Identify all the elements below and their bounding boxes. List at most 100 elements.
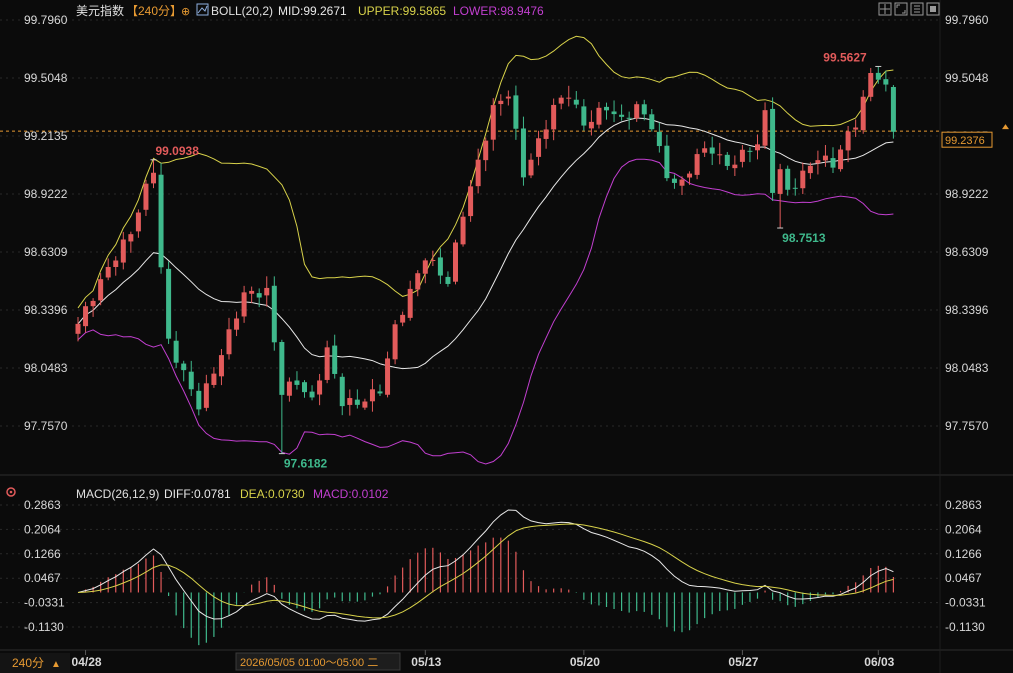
price-tick-label: 99.7960 bbox=[24, 13, 68, 27]
candle-body bbox=[166, 268, 172, 339]
candle-body bbox=[732, 164, 738, 169]
macd-diff-value: DIFF:0.0781 bbox=[164, 487, 231, 501]
candle bbox=[453, 239, 458, 285]
candle-body bbox=[671, 178, 677, 183]
candle-body bbox=[317, 380, 323, 395]
candle-body bbox=[604, 106, 609, 111]
candle-body bbox=[853, 127, 859, 130]
candle-body bbox=[498, 100, 504, 105]
candle-body bbox=[687, 173, 693, 178]
price-tick-label: 98.9222 bbox=[945, 187, 989, 201]
candle-body bbox=[453, 242, 458, 282]
period-selector[interactable]: 【240分】 bbox=[126, 4, 182, 18]
price-tick-label: 98.6309 bbox=[945, 245, 989, 259]
boll-indicator-name[interactable]: BOLL(20,2) bbox=[211, 4, 273, 18]
candle-body bbox=[302, 382, 307, 393]
candle bbox=[271, 276, 277, 351]
macd-tick-label: 0.2863 bbox=[945, 498, 982, 512]
candle-body bbox=[188, 371, 194, 390]
candle-body bbox=[747, 150, 753, 152]
candle bbox=[385, 351, 391, 398]
candle-body bbox=[437, 257, 443, 276]
candle-body bbox=[120, 239, 126, 263]
date-label: 05/13 bbox=[411, 655, 441, 669]
candle-body bbox=[490, 105, 496, 140]
candle-body bbox=[181, 363, 187, 371]
candle-body bbox=[785, 168, 791, 190]
candle-body bbox=[98, 279, 104, 301]
candle-body bbox=[249, 290, 255, 294]
candle-body bbox=[332, 345, 338, 374]
candle-body bbox=[385, 358, 391, 395]
date-label: 05/27 bbox=[728, 655, 758, 669]
candle-body bbox=[196, 390, 202, 410]
candle-body bbox=[566, 97, 572, 99]
candle-body bbox=[815, 160, 821, 164]
candle-body bbox=[392, 324, 398, 360]
candle-body bbox=[581, 106, 587, 126]
candle-body bbox=[339, 376, 345, 407]
price-tick-label: 98.0483 bbox=[24, 361, 68, 375]
candle-body bbox=[256, 293, 262, 298]
period-label[interactable]: 240分 bbox=[12, 656, 44, 670]
macd-tick-label: 0.0467 bbox=[24, 571, 61, 585]
candle-body bbox=[369, 389, 375, 402]
candle bbox=[158, 162, 164, 274]
candle-body bbox=[558, 97, 564, 104]
candle-body bbox=[128, 234, 134, 242]
candle-body bbox=[596, 107, 602, 125]
candle-body bbox=[173, 340, 179, 363]
candle-body bbox=[286, 381, 292, 396]
candle bbox=[166, 261, 172, 344]
candle-body bbox=[573, 99, 579, 105]
candle-body bbox=[611, 111, 617, 115]
candle-body bbox=[105, 266, 111, 278]
candle bbox=[392, 320, 398, 365]
candle-body bbox=[400, 314, 406, 323]
candle-body bbox=[822, 155, 828, 161]
price-tick-label: 98.6309 bbox=[24, 245, 68, 259]
candle-body bbox=[430, 260, 436, 262]
candle-body bbox=[702, 148, 708, 153]
price-tick-label: 97.7570 bbox=[945, 419, 989, 433]
price-tick-label: 99.7960 bbox=[945, 13, 989, 27]
candle-body bbox=[241, 292, 247, 317]
candle-body bbox=[324, 347, 330, 380]
candle-body bbox=[294, 380, 300, 385]
candle-body bbox=[792, 187, 798, 189]
add-indicator-icon[interactable]: ⊕ bbox=[181, 6, 190, 18]
annotation-label: 97.6182 bbox=[284, 457, 328, 471]
candle-body bbox=[234, 318, 240, 330]
boll-upper-value: UPPER:99.5865 bbox=[358, 4, 446, 18]
macd-tick-label: -0.1130 bbox=[24, 620, 64, 634]
candle-body bbox=[838, 149, 844, 170]
candle-body bbox=[445, 276, 451, 284]
candle-body bbox=[362, 401, 368, 408]
candle-body bbox=[709, 147, 715, 154]
chart-stage: 美元指数 【240分】 ⊕ BOLL(20,2) MID:99.2671 UPP… bbox=[0, 0, 1013, 673]
macd-tick-label: 0.2064 bbox=[945, 522, 982, 536]
candle-body bbox=[460, 216, 466, 245]
period-toggle-icon[interactable]: ▲ bbox=[51, 659, 61, 670]
symbol-title: 美元指数 bbox=[76, 3, 124, 18]
candle-body bbox=[770, 108, 776, 193]
candle-body bbox=[158, 174, 164, 268]
candle-body bbox=[883, 79, 889, 85]
candle-body bbox=[679, 179, 685, 186]
candle-body bbox=[347, 398, 353, 405]
candle-body bbox=[551, 104, 557, 130]
candle-body bbox=[520, 128, 526, 178]
candle-body bbox=[868, 73, 874, 97]
candle-body bbox=[536, 138, 542, 157]
candle-body bbox=[151, 172, 156, 184]
candle-body bbox=[830, 158, 836, 168]
candle-body bbox=[664, 145, 670, 179]
candle-body bbox=[513, 95, 519, 129]
candle-body bbox=[475, 159, 481, 187]
macd-indicator-name[interactable]: MACD(26,12,9) bbox=[76, 487, 159, 501]
candle bbox=[460, 211, 466, 247]
candle-body bbox=[543, 129, 549, 139]
price-tick-label: 99.5048 bbox=[945, 71, 989, 85]
date-label: 06/03 bbox=[864, 655, 894, 669]
candle-body bbox=[377, 391, 383, 394]
